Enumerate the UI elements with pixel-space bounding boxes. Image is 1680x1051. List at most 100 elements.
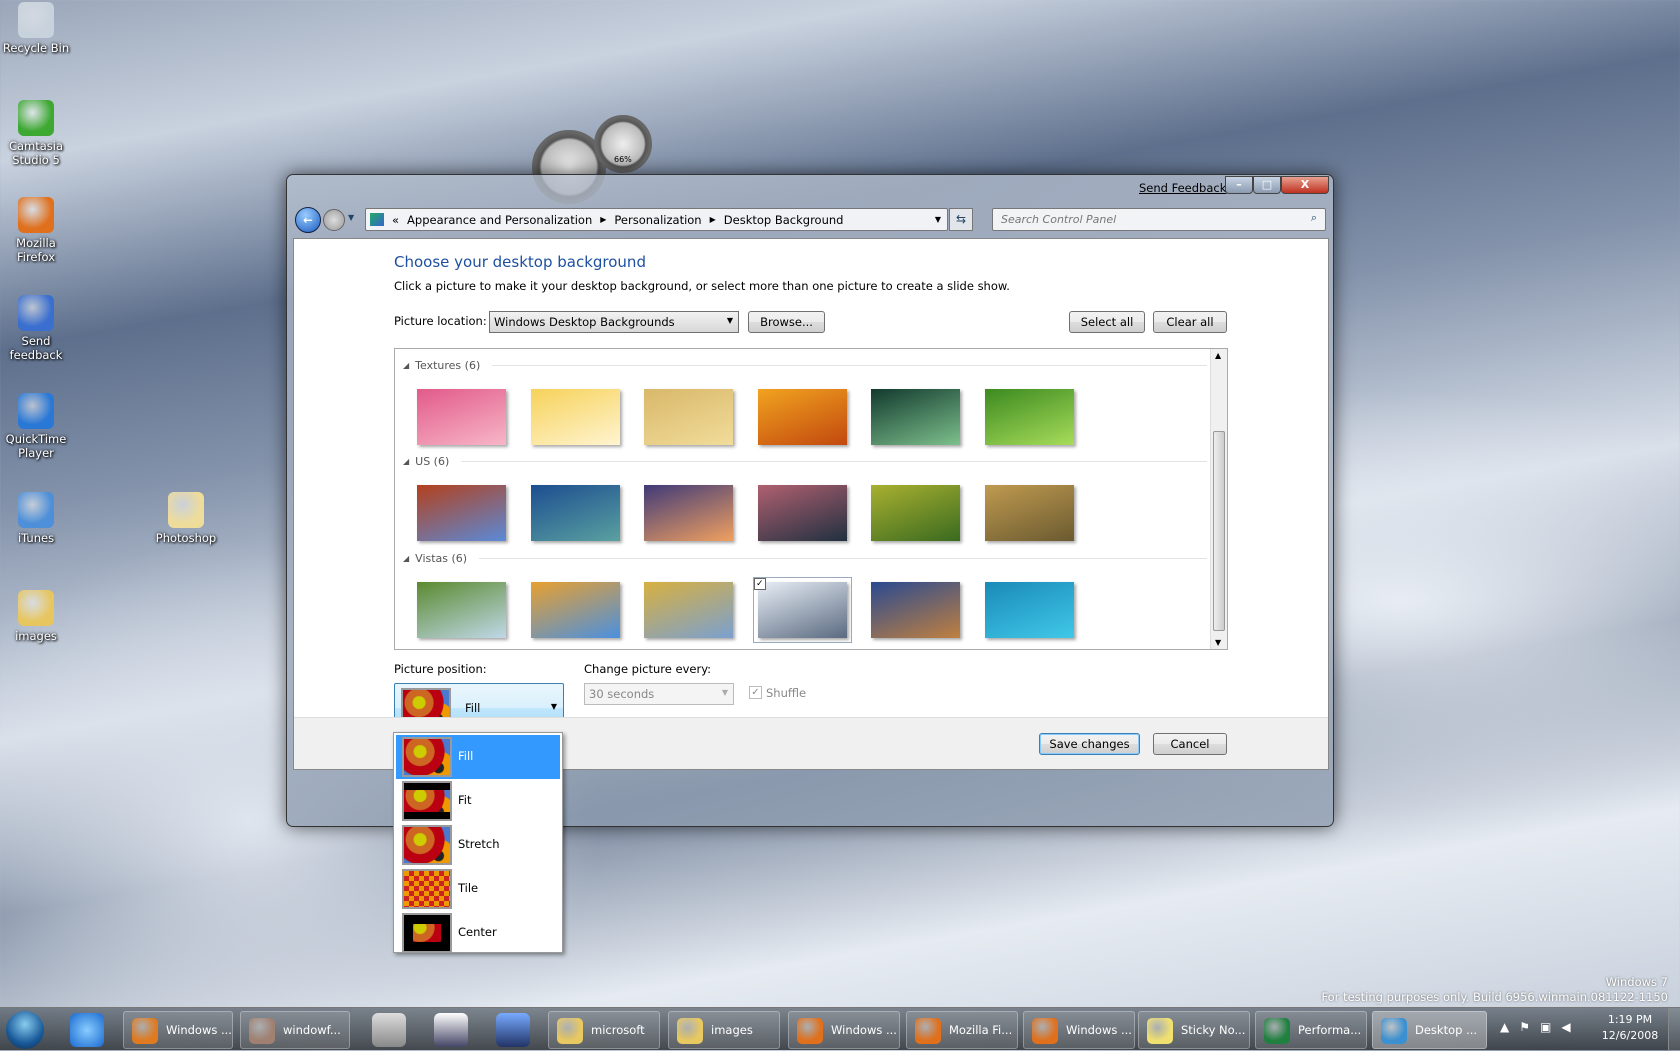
wallpaper-thumbnail[interactable] [644,485,734,541]
start-button[interactable] [6,1011,44,1049]
send-feedback-link[interactable]: Send Feedback [1139,181,1226,195]
clear-all-button[interactable]: Clear all [1153,311,1227,333]
taskbar-button[interactable]: Desktop ... [1372,1011,1487,1049]
wallpaper-thumbnail[interactable] [985,582,1074,638]
breadcrumb-appearance[interactable]: Appearance and Personalization [407,213,592,227]
desktop-icon[interactable]: images [0,590,72,643]
back-button[interactable]: ← [295,207,321,233]
picture-location-select[interactable]: Windows Desktop Backgrounds ▼ [489,311,739,333]
pinned-app-icon[interactable] [434,1013,468,1047]
position-option-fit[interactable]: Fit [396,779,560,823]
wallpaper-thumbnail[interactable] [530,389,620,445]
change-picture-select[interactable]: 30 seconds ▼ [584,683,734,705]
wallpaper-thumbnail[interactable] [644,582,734,638]
desktop-icon[interactable]: QuickTime Player [0,393,72,460]
clock[interactable]: 1:19 PM 12/6/2008 [1600,1012,1660,1044]
desktop-icon[interactable]: iTunes [0,492,72,545]
cancel-button[interactable]: Cancel [1153,733,1227,755]
desktop-icon[interactable]: Photoshop [150,492,222,545]
scroll-down-icon[interactable]: ▼ [1215,638,1221,647]
wallpaper-thumbnail[interactable]: ✓ [752,577,852,643]
breadcrumb-desktop-background[interactable]: Desktop Background [724,213,844,227]
taskbar-button[interactable]: Windows ... [788,1011,900,1049]
action-center-flag-icon[interactable]: ⚑ [1519,1020,1540,1034]
maximize-button[interactable]: □ [1253,176,1281,194]
desktop-icon-label: Mozilla Firefox [16,236,56,264]
taskbar-button[interactable]: microsoft [548,1011,660,1049]
desktop-icon[interactable]: Mozilla Firefox [0,197,72,264]
taskbar-label: Windows ... [1066,1023,1132,1037]
cpu-meter-gadget[interactable]: 66% [594,115,652,173]
forward-button[interactable] [323,209,345,231]
position-option-fill[interactable]: Fill [396,735,560,779]
network-icon[interactable]: ▣ [1540,1020,1561,1034]
desktop-icon[interactable]: Camtasia Studio 5 [0,100,72,167]
option-label: Stretch [458,837,500,851]
wallpaper-thumbnail[interactable] [985,485,1074,541]
internet-explorer-pinned[interactable] [70,1013,104,1047]
taskbar-button[interactable]: Windows ... [1023,1011,1135,1049]
app-icon [677,1018,703,1044]
breadcrumb-overflow[interactable]: « [392,213,399,227]
wallpaper-thumbnail[interactable] [871,582,961,638]
position-option-tile[interactable]: Tile [396,867,560,911]
show-desktop-button[interactable] [1668,1008,1680,1051]
wallpaper-thumbnail[interactable] [530,582,620,638]
group-header[interactable]: ◢ Vistas (6) [403,552,1207,565]
taskbar-button[interactable]: images [668,1011,780,1049]
position-option-stretch[interactable]: Stretch [396,823,560,867]
position-option-center[interactable]: Center [396,911,560,955]
wallpaper-thumbnail[interactable] [871,389,961,445]
group-header[interactable]: ◢ US (6) [403,455,1207,468]
wallpaper-thumbnail[interactable] [417,485,506,541]
wallpaper-thumbnail[interactable] [757,389,847,445]
pinned-app-icon[interactable] [496,1013,530,1047]
wallpaper-thumbnail[interactable] [985,389,1074,445]
app-icon [1381,1018,1407,1044]
search-icon[interactable]: ⌕ [1311,211,1317,225]
chevron-right-icon[interactable]: ▶ [710,215,716,224]
taskbar-button[interactable]: Windows ... [123,1011,233,1049]
collapse-triangle-icon[interactable]: ◢ [403,457,409,466]
refresh-button[interactable]: ⇆ [949,208,973,231]
taskbar-button[interactable]: Performa... [1255,1011,1367,1049]
page-title: Choose your desktop background [394,253,646,271]
collapse-triangle-icon[interactable]: ◢ [403,554,409,563]
collapse-triangle-icon[interactable]: ◢ [403,361,409,370]
app-icon [557,1018,583,1044]
recent-pages-dropdown-icon[interactable]: ▼ [348,213,354,222]
address-dropdown-icon[interactable]: ▼ [935,215,947,224]
picture-location-label: Picture location: [394,314,487,328]
pinned-app-icon[interactable] [372,1013,406,1047]
address-bar[interactable]: « Appearance and Personalization ▶ Person… [365,208,948,231]
scrollbar-thumb[interactable] [1213,431,1225,631]
close-button[interactable]: X [1281,176,1329,194]
app-icon [18,393,54,429]
desktop-icon[interactable]: Recycle Bin [0,2,72,55]
wallpaper-thumbnail[interactable] [644,389,734,445]
wallpaper-thumbnail[interactable] [530,485,620,541]
select-all-button[interactable]: Select all [1069,311,1145,333]
taskbar-button[interactable]: windowf... [240,1011,350,1049]
wallpaper-thumbnail[interactable] [871,485,961,541]
gallery-scrollbar[interactable]: ▲ ▼ [1210,349,1227,649]
minimize-button[interactable]: – [1225,176,1253,194]
wallpaper-thumbnail[interactable] [757,485,847,541]
search-input[interactable]: Search Control Panel ⌕ [992,208,1326,231]
show-hidden-icons-icon[interactable]: ▲ [1500,1020,1519,1034]
desktop-icon[interactable]: Send feedback [0,295,72,362]
browse-button[interactable]: Browse... [748,311,825,333]
wallpaper-thumbnail[interactable] [417,389,506,445]
shuffle-checkbox[interactable]: ✓ Shuffle [749,686,806,700]
wallpaper-thumbnail[interactable] [417,582,506,638]
scroll-up-icon[interactable]: ▲ [1215,351,1221,360]
selected-checkbox-icon[interactable]: ✓ [753,578,766,590]
volume-icon[interactable]: ◀ [1561,1020,1580,1034]
group-header[interactable]: ◢ Textures (6) [403,359,1207,372]
save-changes-button[interactable]: Save changes [1039,733,1140,755]
chevron-right-icon[interactable]: ▶ [600,215,606,224]
taskbar-button[interactable]: Mozilla Fi... [906,1011,1018,1049]
checkbox-checked-icon[interactable]: ✓ [749,686,762,699]
breadcrumb-personalization[interactable]: Personalization [614,213,701,227]
taskbar-button[interactable]: Sticky No... [1138,1011,1250,1049]
